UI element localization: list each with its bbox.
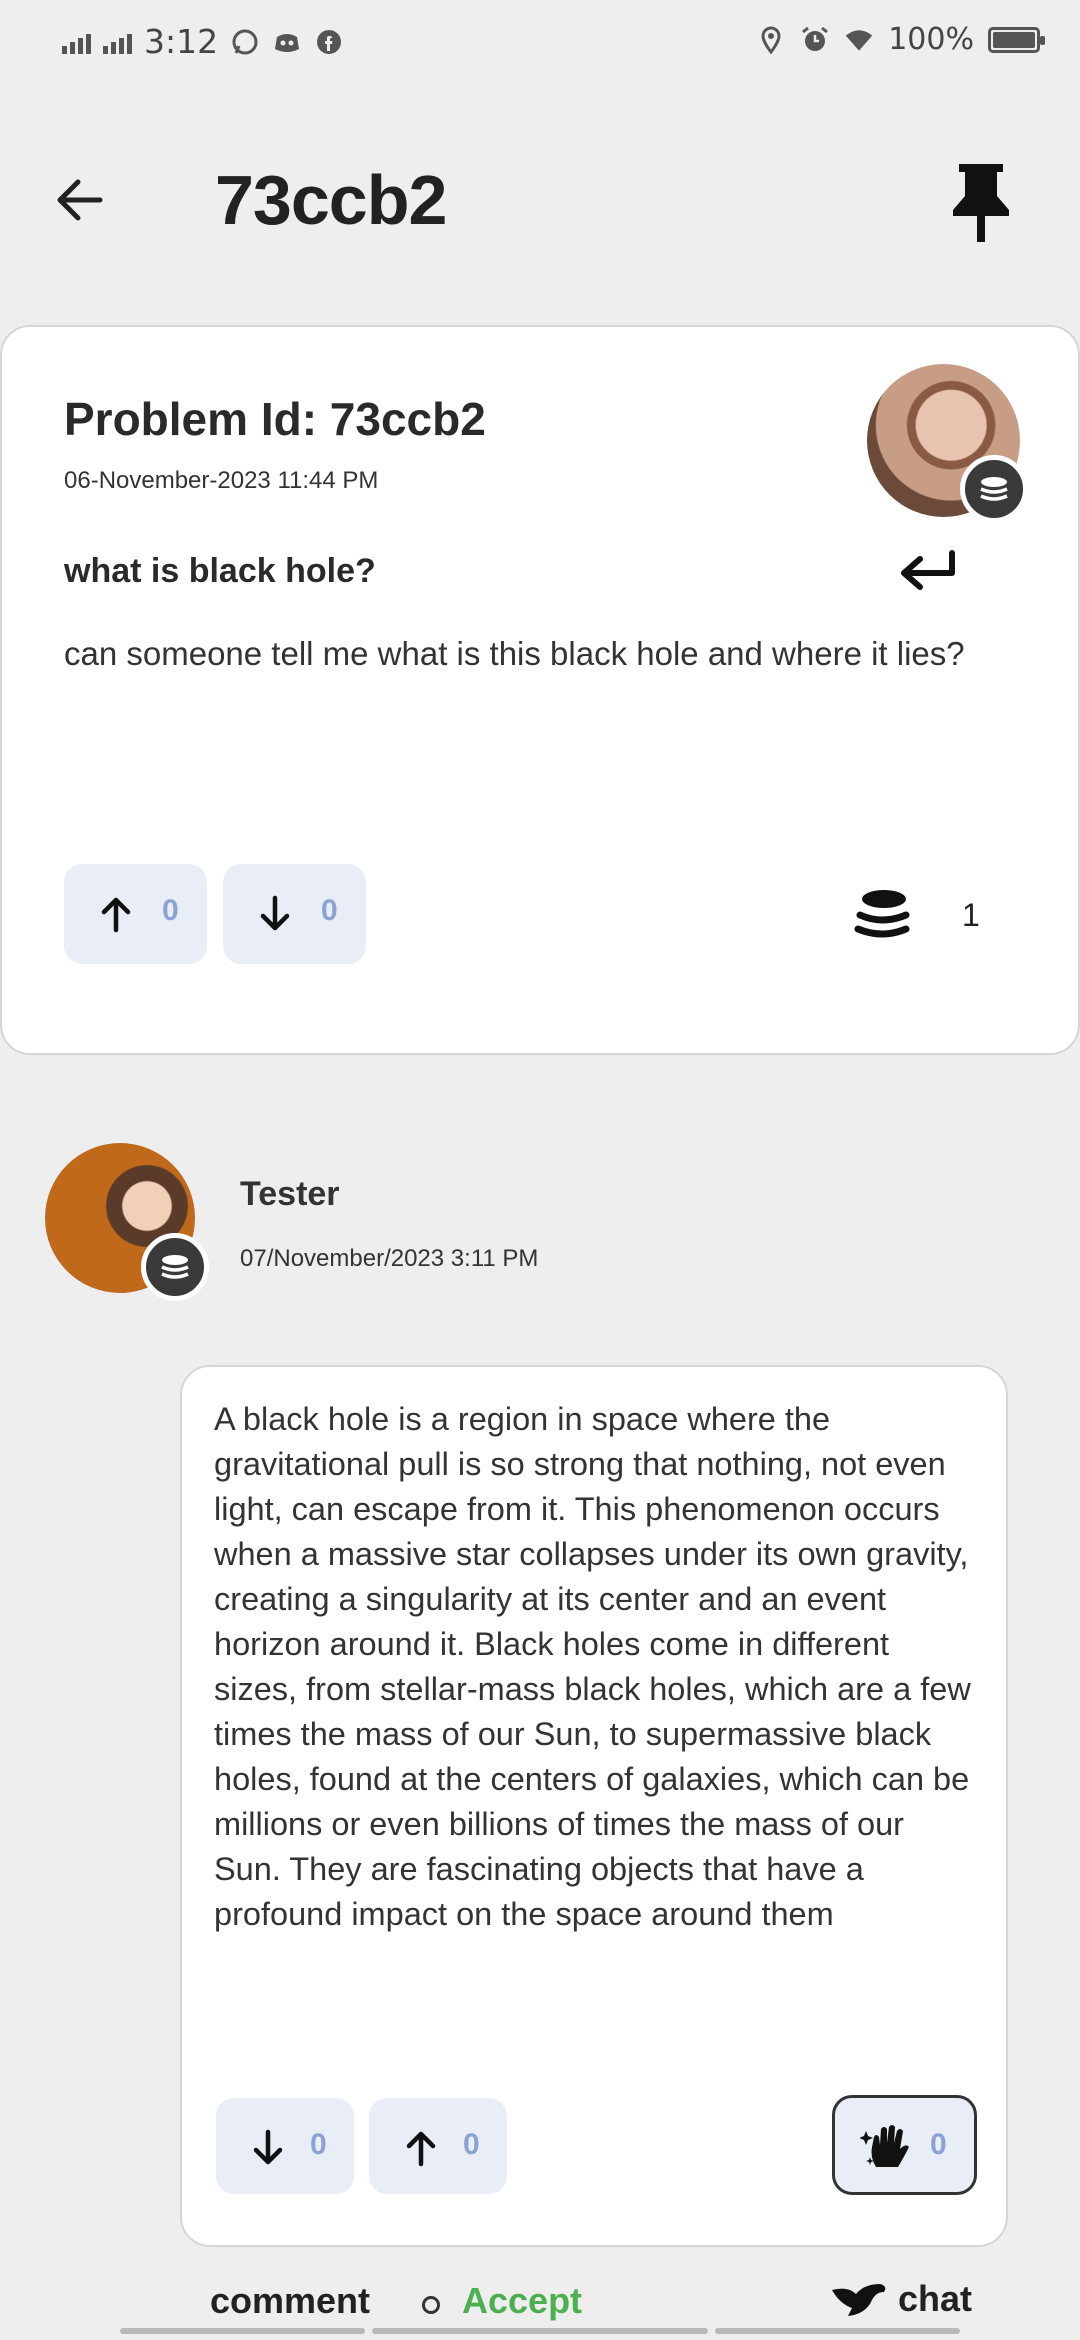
whatsapp-icon xyxy=(232,29,258,54)
sparkle-hand-icon xyxy=(860,2125,909,2167)
battery-icon xyxy=(988,26,1045,53)
coin-badge-icon xyxy=(960,455,1028,523)
page-title: 73ccb2 xyxy=(215,161,447,239)
scroll-indicator xyxy=(715,2328,960,2334)
arrow-down-icon xyxy=(253,2129,283,2165)
answer-actions: comment Accept chat xyxy=(0,2278,1080,2330)
wifi-icon xyxy=(845,29,873,51)
pin-icon[interactable] xyxy=(945,160,1017,244)
reply-icon[interactable] xyxy=(892,547,962,597)
helpful-count: 0 xyxy=(930,2128,947,2161)
battery-fill xyxy=(993,31,1036,48)
location-icon xyxy=(761,25,781,54)
problem-date: 06-November-2023 11:44 PM xyxy=(64,467,379,494)
answer-text: A black hole is a region in space where … xyxy=(214,1401,971,1932)
avatar[interactable] xyxy=(867,364,1028,523)
arrow-down-icon xyxy=(260,895,290,931)
scroll-indicator xyxy=(372,2328,708,2334)
answer-author: Tester xyxy=(240,1175,340,1213)
problem-title: Problem Id: 73ccb2 xyxy=(64,393,486,445)
coin-stack-icon xyxy=(854,890,910,938)
discord-icon xyxy=(275,33,300,52)
problem-question: what is black hole? xyxy=(64,552,376,590)
battery-percentage: 100% xyxy=(888,22,974,57)
answer-downvote-button[interactable]: 0 xyxy=(216,2098,354,2194)
upvote-button[interactable]: 0 xyxy=(64,864,207,964)
signal-icon xyxy=(62,30,91,54)
answer-upvote-count: 0 xyxy=(463,2128,480,2161)
radio-icon[interactable] xyxy=(422,2296,440,2314)
accept-button[interactable]: Accept xyxy=(462,2280,582,2322)
problem-card: Problem Id: 73ccb2 06-November-2023 11:4… xyxy=(0,325,1080,1055)
helpful-button[interactable]: 0 xyxy=(832,2095,977,2195)
coin-badge-icon xyxy=(141,1233,209,1301)
problem-description: can someone tell me what is this black h… xyxy=(64,635,965,672)
alarm-icon xyxy=(802,26,829,51)
arrow-left-icon[interactable] xyxy=(50,170,110,230)
scroll-indicator xyxy=(120,2328,365,2334)
facebook-icon xyxy=(317,29,342,54)
answer-card: A black hole is a region in space where … xyxy=(180,1365,1008,2247)
arrow-up-icon xyxy=(406,2131,436,2167)
answer-upvote-button[interactable]: 0 xyxy=(369,2098,507,2194)
status-bar: 3:12 100% xyxy=(0,0,1080,90)
answer-downvote-count: 0 xyxy=(310,2128,327,2161)
answer-date: 07/November/2023 3:11 PM xyxy=(240,1245,539,1272)
chat-label: chat xyxy=(898,2278,973,2319)
downvote-count: 0 xyxy=(321,894,338,927)
arrow-up-icon xyxy=(101,897,131,933)
status-time: 3:12 xyxy=(144,22,219,61)
signal-icon-2 xyxy=(103,30,132,54)
comment-button[interactable]: comment xyxy=(210,2280,370,2322)
chat-button[interactable]: chat xyxy=(830,2278,972,2320)
answer-avatar[interactable] xyxy=(45,1143,209,1301)
downvote-button[interactable]: 0 xyxy=(223,864,366,964)
upvote-count: 0 xyxy=(162,894,179,927)
coin-count: 1 xyxy=(962,897,980,933)
bird-icon xyxy=(832,2284,886,2316)
